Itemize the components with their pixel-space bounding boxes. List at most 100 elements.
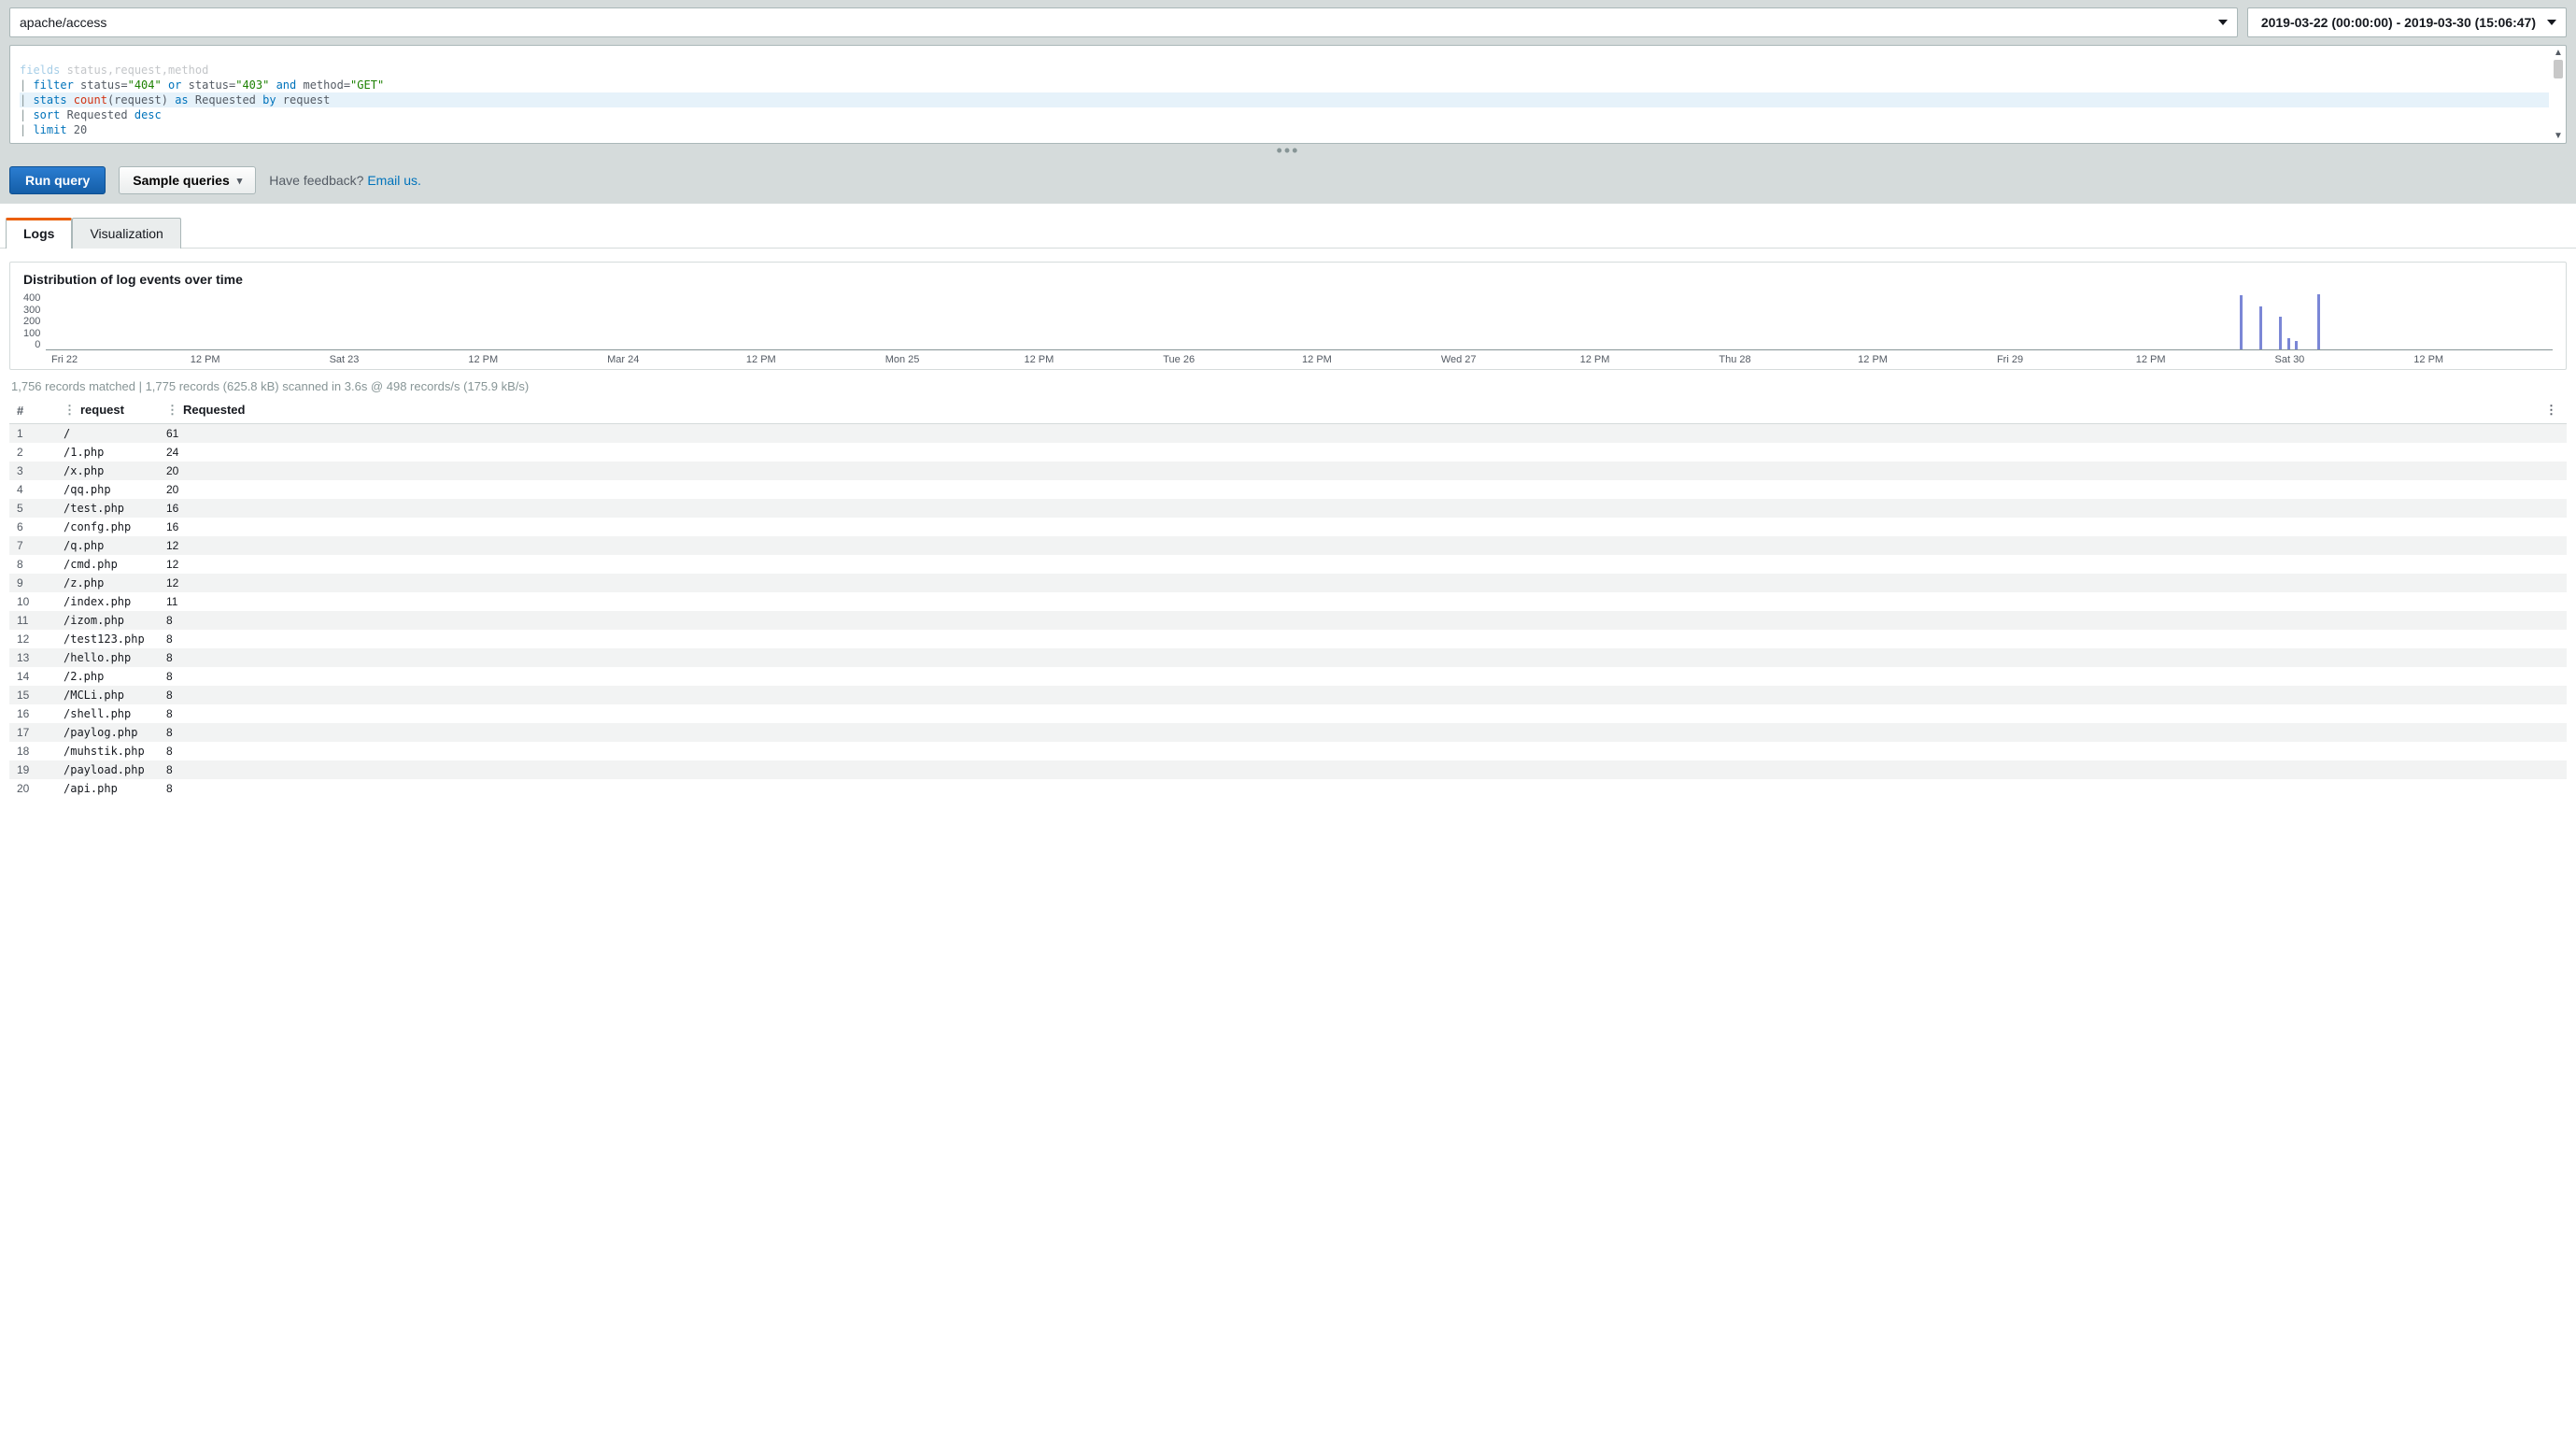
table-row[interactable]: 15/MCLi.php8 bbox=[9, 686, 2567, 704]
table-row[interactable]: 18/muhstik.php8 bbox=[9, 742, 2567, 760]
table-row[interactable]: 9/z.php12 bbox=[9, 574, 2567, 592]
cell-requested: 8 bbox=[159, 611, 2567, 630]
chart-bar[interactable] bbox=[2317, 294, 2320, 349]
table-row[interactable]: 19/payload.php8 bbox=[9, 760, 2567, 779]
cell-requested: 8 bbox=[159, 779, 2567, 798]
cell-index: 13 bbox=[9, 648, 56, 667]
chart-title: Distribution of log events over time bbox=[23, 272, 2553, 287]
cell-request: /confg.php bbox=[56, 518, 159, 536]
cell-request: /paylog.php bbox=[56, 723, 159, 742]
x-tick: Wed 27 bbox=[1441, 354, 1580, 365]
x-tick: Sat 23 bbox=[330, 354, 469, 365]
table-row[interactable]: 11/izom.php8 bbox=[9, 611, 2567, 630]
cell-request: /x.php bbox=[56, 462, 159, 480]
column-header-index[interactable]: # bbox=[9, 397, 56, 424]
cell-request: /test.php bbox=[56, 499, 159, 518]
table-row[interactable]: 3/x.php20 bbox=[9, 462, 2567, 480]
table-row[interactable]: 17/paylog.php8 bbox=[9, 723, 2567, 742]
scroll-up-icon[interactable]: ▲ bbox=[2554, 48, 2563, 58]
table-row[interactable]: 6/confg.php16 bbox=[9, 518, 2567, 536]
chart-y-axis: 4003002001000 bbox=[23, 292, 46, 350]
cell-requested: 12 bbox=[159, 555, 2567, 574]
table-row[interactable]: 10/index.php11 bbox=[9, 592, 2567, 611]
chart-bar[interactable] bbox=[2279, 317, 2282, 349]
cell-requested: 8 bbox=[159, 667, 2567, 686]
chart-bar[interactable] bbox=[2295, 341, 2298, 349]
x-tick: 12 PM bbox=[1302, 354, 1441, 365]
x-tick: Mon 25 bbox=[885, 354, 1025, 365]
cell-requested: 12 bbox=[159, 536, 2567, 555]
cell-index: 3 bbox=[9, 462, 56, 480]
x-tick: 12 PM bbox=[1858, 354, 1997, 365]
column-header-request[interactable]: ⋮request bbox=[56, 397, 159, 424]
table-row[interactable]: 13/hello.php8 bbox=[9, 648, 2567, 667]
table-row[interactable]: 1/61 bbox=[9, 424, 2567, 444]
run-query-button[interactable]: Run query bbox=[9, 166, 106, 194]
cell-index: 7 bbox=[9, 536, 56, 555]
cell-request: /1.php bbox=[56, 443, 159, 462]
table-row[interactable]: 12/test123.php8 bbox=[9, 630, 2567, 648]
column-header-requested[interactable]: ⋮Requested ⋮ bbox=[159, 397, 2567, 424]
table-row[interactable]: 5/test.php16 bbox=[9, 499, 2567, 518]
cell-request: /api.php bbox=[56, 779, 159, 798]
chart-plot-area[interactable] bbox=[46, 292, 2553, 350]
grip-icon: ⋮ bbox=[166, 403, 177, 418]
table-row[interactable]: 20/api.php8 bbox=[9, 779, 2567, 798]
cell-requested: 8 bbox=[159, 630, 2567, 648]
table-row[interactable]: 8/cmd.php12 bbox=[9, 555, 2567, 574]
time-range-dropdown[interactable]: 2019-03-22 (00:00:00) - 2019-03-30 (15:0… bbox=[2247, 7, 2567, 37]
cell-index: 15 bbox=[9, 686, 56, 704]
chevron-down-icon bbox=[2218, 20, 2228, 25]
cell-requested: 16 bbox=[159, 499, 2567, 518]
tab-logs[interactable]: Logs bbox=[6, 218, 72, 249]
cell-requested: 16 bbox=[159, 518, 2567, 536]
cell-index: 14 bbox=[9, 667, 56, 686]
cell-requested: 20 bbox=[159, 480, 2567, 499]
scroll-thumb[interactable] bbox=[2554, 60, 2563, 78]
cell-requested: 8 bbox=[159, 742, 2567, 760]
x-tick: 12 PM bbox=[2413, 354, 2553, 365]
distribution-chart: Distribution of log events over time 400… bbox=[9, 262, 2567, 370]
cell-request: /z.php bbox=[56, 574, 159, 592]
chart-bar[interactable] bbox=[2259, 306, 2262, 349]
x-tick: Tue 26 bbox=[1163, 354, 1302, 365]
table-row[interactable]: 14/2.php8 bbox=[9, 667, 2567, 686]
scan-stats: 1,756 records matched | 1,775 records (6… bbox=[11, 379, 2567, 393]
query-editor[interactable]: fields status,request,method | filter st… bbox=[9, 45, 2567, 144]
chart-x-axis: Fri 2212 PMSat 2312 PMMar 2412 PMMon 251… bbox=[23, 354, 2553, 365]
sample-queries-dropdown[interactable]: Sample queries ▾ bbox=[119, 166, 256, 194]
resize-handle[interactable]: ••• bbox=[0, 144, 2576, 161]
cell-request: /payload.php bbox=[56, 760, 159, 779]
cell-request: /2.php bbox=[56, 667, 159, 686]
cell-request: /hello.php bbox=[56, 648, 159, 667]
cell-requested: 8 bbox=[159, 760, 2567, 779]
y-tick: 100 bbox=[23, 328, 40, 339]
cell-requested: 8 bbox=[159, 704, 2567, 723]
cell-request: /izom.php bbox=[56, 611, 159, 630]
x-tick: Sat 30 bbox=[2275, 354, 2414, 365]
log-group-dropdown[interactable]: apache/access bbox=[9, 7, 2238, 37]
y-tick: 0 bbox=[35, 339, 40, 350]
cell-request: /qq.php bbox=[56, 480, 159, 499]
table-row[interactable]: 4/qq.php20 bbox=[9, 480, 2567, 499]
chart-bar[interactable] bbox=[2287, 338, 2290, 349]
table-settings-icon[interactable]: ⋮ bbox=[2545, 403, 2557, 418]
chart-bar[interactable] bbox=[2240, 295, 2243, 349]
email-us-link[interactable]: Email us. bbox=[367, 173, 421, 188]
cell-index: 6 bbox=[9, 518, 56, 536]
x-tick: 12 PM bbox=[2136, 354, 2275, 365]
tab-visualization[interactable]: Visualization bbox=[72, 218, 180, 249]
sample-queries-label: Sample queries bbox=[133, 173, 230, 188]
editor-scrollbar[interactable]: ▲ ▼ bbox=[2551, 46, 2566, 143]
table-row[interactable]: 16/shell.php8 bbox=[9, 704, 2567, 723]
cell-request: /cmd.php bbox=[56, 555, 159, 574]
table-row[interactable]: 7/q.php12 bbox=[9, 536, 2567, 555]
x-tick: Thu 28 bbox=[1719, 354, 1858, 365]
cell-request: /shell.php bbox=[56, 704, 159, 723]
cell-requested: 11 bbox=[159, 592, 2567, 611]
chevron-down-icon bbox=[2547, 20, 2556, 25]
scroll-down-icon[interactable]: ▼ bbox=[2554, 131, 2563, 141]
cell-index: 12 bbox=[9, 630, 56, 648]
table-row[interactable]: 2/1.php24 bbox=[9, 443, 2567, 462]
cell-index: 1 bbox=[9, 424, 56, 444]
